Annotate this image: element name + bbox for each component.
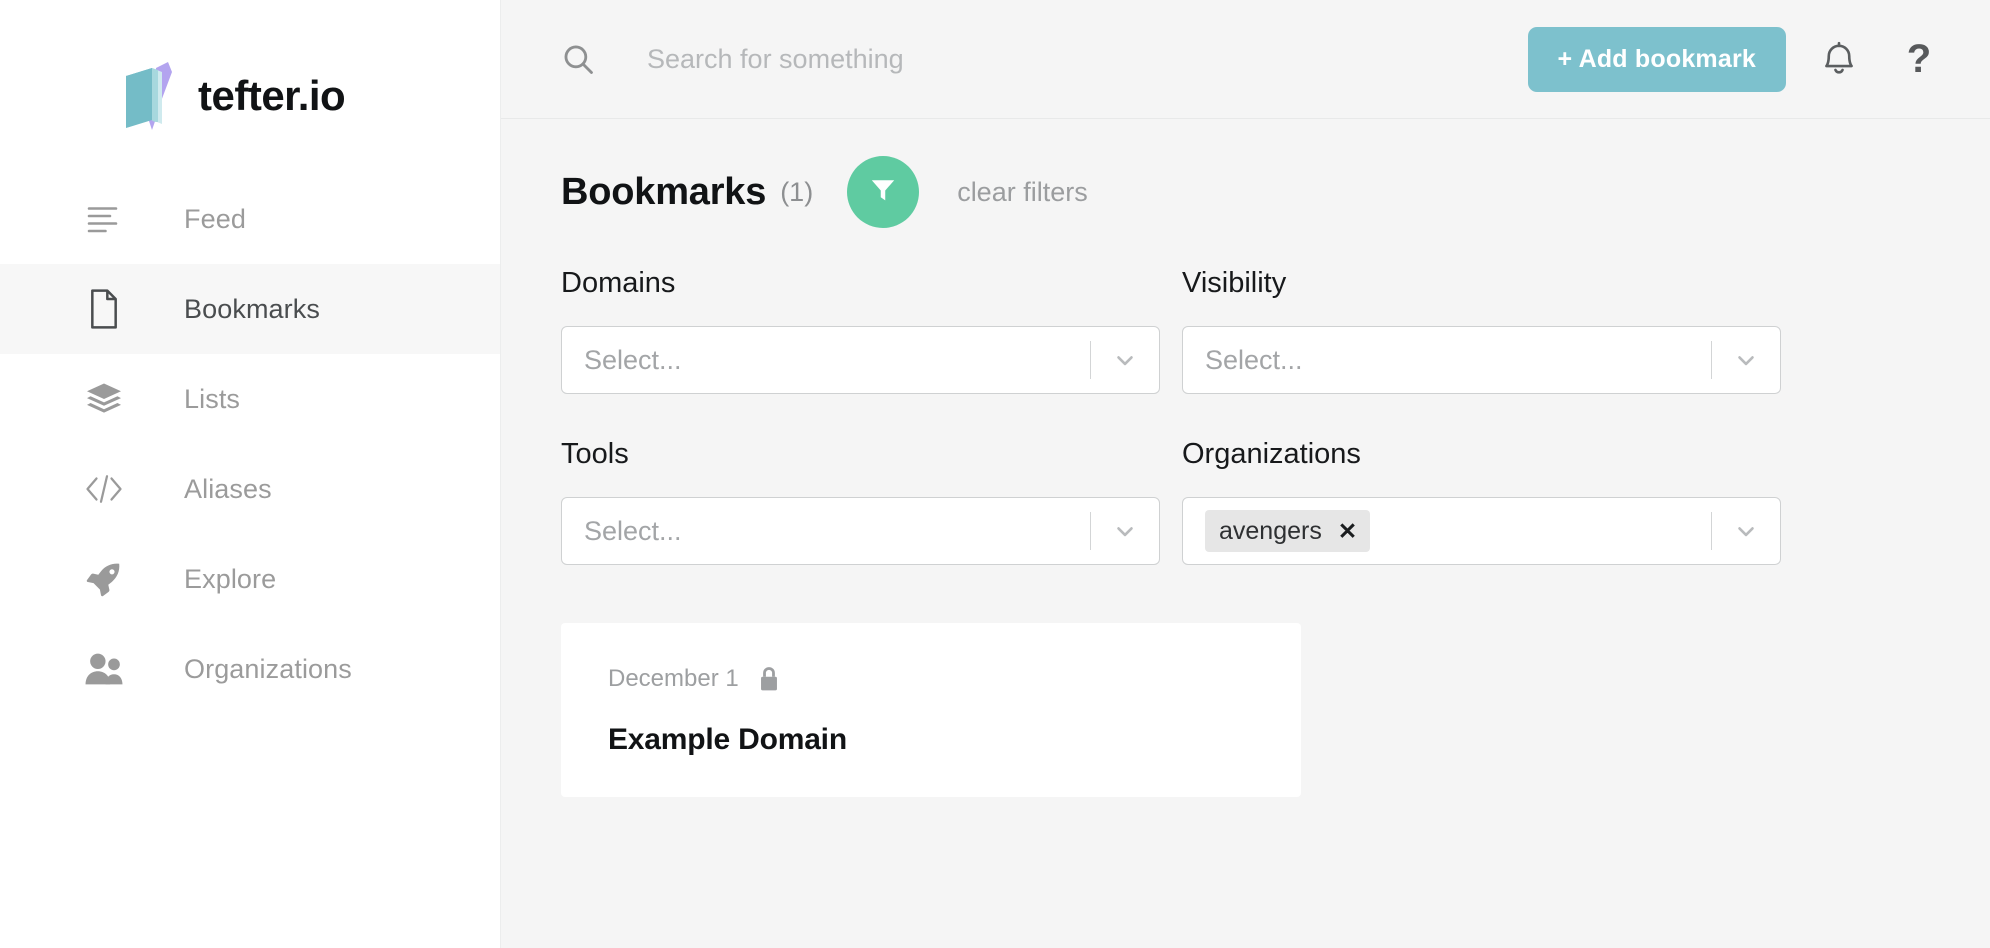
bookmark-date: December 1: [608, 665, 739, 692]
remove-tag-icon[interactable]: ✕: [1338, 519, 1357, 543]
layers-icon: [82, 377, 126, 421]
feed-lines-icon: [82, 197, 126, 241]
people-icon: [82, 647, 126, 691]
bookmark-card[interactable]: December 1 Example Domain: [561, 623, 1301, 797]
bookmark-count: (1): [780, 176, 814, 207]
top-header: + Add bookmark ?: [501, 0, 1990, 119]
brand-logo[interactable]: tefter.io: [0, 0, 500, 130]
app-root: tefter.io Feed Bookmarks Lists Aliases E…: [0, 0, 1990, 948]
bookmark-meta: December 1: [608, 665, 1254, 693]
clear-filters-link[interactable]: clear filters: [957, 177, 1088, 208]
lock-icon: [757, 665, 781, 693]
tools-select[interactable]: Select...: [561, 497, 1160, 565]
document-icon: [82, 287, 126, 331]
page-title: Bookmarks: [561, 170, 767, 213]
sidebar-item-label: Feed: [184, 203, 246, 234]
filters-grid: Domains Select... Visibility Select... T…: [561, 267, 1930, 609]
sidebar-item-label: Lists: [184, 383, 241, 414]
sidebar-item-label: Explore: [184, 563, 277, 594]
filter-field-tools: Tools Select...: [561, 438, 1160, 565]
sidebar-item-organizations[interactable]: Organizations: [0, 624, 500, 714]
sidebar-item-lists[interactable]: Lists: [0, 354, 500, 444]
select-placeholder: Select...: [584, 344, 682, 375]
rocket-icon: [82, 557, 126, 601]
select-placeholder: Select...: [584, 515, 682, 546]
page-header: Bookmarks (1) clear filters: [561, 119, 1930, 228]
filter-label: Tools: [561, 438, 629, 470]
chevron-down-icon[interactable]: [1712, 518, 1780, 544]
sidebar-item-label: Bookmarks: [184, 293, 320, 324]
selected-tags: avengers ✕: [1205, 510, 1711, 552]
organizations-select[interactable]: avengers ✕: [1182, 497, 1781, 565]
sidebar-item-explore[interactable]: Explore: [0, 534, 500, 624]
tag-label: avengers: [1219, 516, 1322, 545]
chevron-down-icon[interactable]: [1091, 347, 1159, 373]
search-icon[interactable]: [561, 42, 595, 76]
filter-toggle-button[interactable]: [847, 156, 920, 228]
bell-icon[interactable]: [1808, 28, 1870, 90]
visibility-select[interactable]: Select...: [1182, 326, 1781, 394]
chevron-down-icon[interactable]: [1091, 518, 1159, 544]
select-placeholder: Select...: [1205, 344, 1303, 375]
bookmark-title: Example Domain: [608, 723, 847, 756]
notebook-pen-logo-icon: [118, 60, 180, 132]
main-area: + Add bookmark ? Bookmarks (1): [501, 0, 1990, 948]
filter-field-domains: Domains Select...: [561, 267, 1160, 394]
sidebar-item-bookmarks[interactable]: Bookmarks: [0, 264, 500, 354]
filter-field-organizations: Organizations avengers ✕: [1182, 438, 1781, 565]
search-input[interactable]: [647, 43, 1528, 75]
tag-chip: avengers ✕: [1205, 510, 1371, 552]
domains-select[interactable]: Select...: [561, 326, 1160, 394]
code-brackets-icon: [82, 467, 126, 511]
sidebar-nav: Feed Bookmarks Lists Aliases Explore Org…: [0, 174, 500, 714]
filter-label: Organizations: [1182, 438, 1361, 470]
sidebar: tefter.io Feed Bookmarks Lists Aliases E…: [0, 0, 501, 948]
filter-label: Visibility: [1182, 267, 1287, 299]
brand-name: tefter.io: [198, 72, 346, 119]
question-mark-icon[interactable]: ?: [1888, 28, 1950, 90]
filter-label: Domains: [561, 267, 676, 299]
funnel-icon: [869, 176, 897, 209]
sidebar-item-label: Aliases: [184, 473, 272, 504]
filter-field-visibility: Visibility Select...: [1182, 267, 1781, 394]
sidebar-item-feed[interactable]: Feed: [0, 174, 500, 264]
sidebar-item-label: Organizations: [184, 653, 352, 684]
sidebar-item-aliases[interactable]: Aliases: [0, 444, 500, 534]
add-bookmark-button[interactable]: + Add bookmark: [1527, 26, 1786, 92]
chevron-down-icon[interactable]: [1712, 347, 1780, 373]
content-area: Bookmarks (1) clear filters Domains Sele…: [501, 119, 1990, 948]
